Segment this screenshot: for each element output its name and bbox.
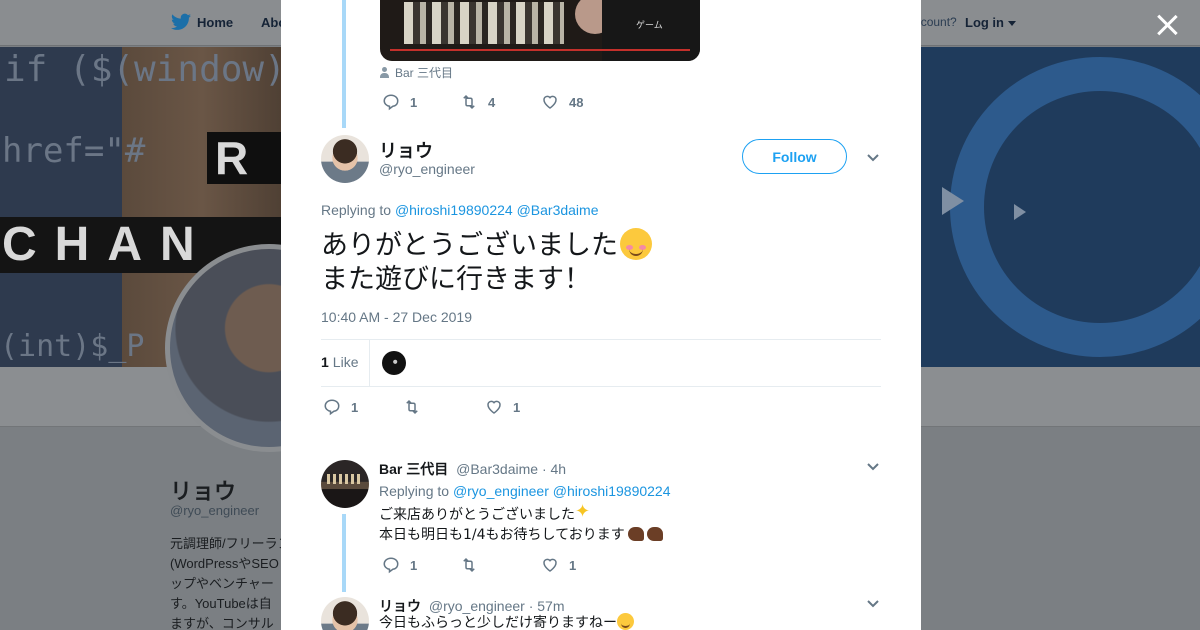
parent-tweet-actions: 1 4 48 — [382, 93, 583, 111]
skip-icon — [1014, 204, 1028, 220]
close-modal-icon[interactable] — [1154, 12, 1180, 38]
banner-logo-r: R — [207, 132, 287, 184]
like-button[interactable]: 1 — [485, 398, 520, 416]
thread-line — [342, 0, 346, 128]
reply-author-avatar[interactable] — [321, 597, 369, 630]
login-caret-icon — [1008, 21, 1016, 26]
banner-code-line: (int)$_P — [0, 329, 145, 364]
video-thumbnail[interactable]: ゲーム — [380, 0, 700, 61]
retweet-icon — [406, 399, 418, 415]
reply-text: 今日もふらっと少しだけ寄りますねー — [379, 613, 634, 630]
tweet-modal: ゲーム Bar 三代目 1 4 48 リョウ @ryo_engineer Fol… — [281, 0, 921, 630]
mention-link[interactable]: @ryo_engineer — [453, 483, 549, 499]
profile-bio: 元調理師/フリーランス (WordPressやSEO ップやベンチャー す。Yo… — [170, 536, 282, 630]
retweet-button[interactable] — [403, 398, 485, 416]
reply-icon — [383, 94, 399, 111]
reply-text: ご来店ありがとうございました 本日も明日も1/4もお待ちしております — [379, 503, 663, 545]
tweet-timestamp[interactable]: 10:40 AM - 27 Dec 2019 — [321, 309, 472, 325]
shirt-print-text: ゲーム — [636, 20, 663, 30]
reply-author-name[interactable]: Bar 三代目 — [379, 461, 448, 477]
replying-to: Replying to @ryo_engineer @hiroshi198902… — [379, 483, 671, 499]
reply-actions: 1 1 — [382, 556, 576, 574]
retweet-icon — [463, 94, 475, 110]
thread-line — [342, 514, 346, 592]
follow-button[interactable]: Follow — [742, 139, 847, 174]
reply-time[interactable]: · 57m — [529, 598, 565, 614]
heart-icon — [543, 95, 557, 109]
replying-to: Replying to @hiroshi19890224 @Bar3daime — [321, 202, 599, 218]
tweet-text: ありがとうございました また遊びに行きます！ — [321, 228, 652, 297]
flexed-biceps-emoji-icon — [646, 527, 663, 541]
reply-author-handle[interactable]: @ryo_engineer — [429, 598, 525, 614]
reply-button[interactable]: 1 — [382, 556, 460, 574]
smiling-face-emoji-icon — [617, 613, 634, 630]
author-avatar[interactable] — [321, 135, 369, 183]
reply-header: Bar 三代目 @Bar3daime · 4h — [379, 459, 566, 479]
flexed-biceps-emoji-icon — [627, 527, 644, 541]
author-name[interactable]: リョウ — [379, 137, 433, 163]
play-icon — [942, 187, 964, 215]
reply-button[interactable]: 1 — [382, 93, 460, 111]
reply-button[interactable]: 1 — [323, 398, 403, 416]
like-button[interactable]: 1 — [541, 556, 576, 574]
retweet-button[interactable] — [460, 556, 541, 574]
liker-avatar[interactable] — [382, 351, 406, 375]
retweet-icon — [463, 557, 475, 573]
twitter-bird-icon — [171, 13, 191, 30]
retweet-button[interactable]: 4 — [460, 93, 541, 111]
smiling-face-emoji-icon — [620, 228, 652, 260]
main-tweet-actions: 1 1 — [323, 398, 520, 416]
reply-icon — [383, 557, 399, 574]
chevron-down-icon[interactable] — [867, 463, 879, 471]
reply-author-handle[interactable]: @Bar3daime — [456, 461, 538, 477]
sparkles-emoji-icon — [575, 503, 591, 521]
author-handle[interactable]: @ryo_engineer — [379, 161, 475, 177]
divider — [321, 386, 881, 387]
person-icon — [380, 67, 389, 78]
mention-link[interactable]: @Bar3daime — [517, 202, 599, 218]
divider — [369, 340, 370, 386]
mention-link[interactable]: @hiroshi19890224 — [395, 202, 513, 218]
chevron-down-icon[interactable] — [867, 154, 879, 162]
reply-author-name[interactable]: リョウ — [379, 598, 421, 614]
video-caption[interactable]: Bar 三代目 — [380, 64, 453, 81]
like-count-stat[interactable]: 1 Like — [321, 354, 358, 370]
nav-home-link[interactable]: Home — [197, 15, 233, 30]
reply-icon — [324, 399, 340, 416]
mention-link[interactable]: @hiroshi19890224 — [553, 483, 671, 499]
nav-login-link[interactable]: Log in — [965, 15, 1004, 30]
reply-author-avatar[interactable] — [321, 460, 369, 508]
profile-handle: @ryo_engineer — [170, 503, 260, 518]
reply-time[interactable]: · 4h — [542, 461, 566, 477]
chevron-down-icon[interactable] — [867, 600, 879, 608]
heart-icon — [543, 558, 557, 572]
banner-code-line: href="# — [2, 131, 146, 171]
heart-icon — [487, 400, 501, 414]
like-button[interactable]: 48 — [541, 93, 583, 111]
video-progress-bar[interactable] — [390, 49, 690, 51]
profile-name: リョウ — [170, 479, 237, 504]
divider — [321, 339, 881, 340]
